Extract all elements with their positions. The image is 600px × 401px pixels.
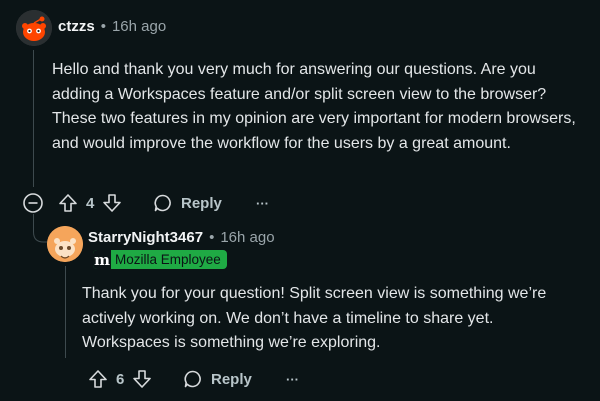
comment-body: Thank you for your question! Split scree… [82, 285, 547, 351]
username[interactable]: StarryNight3467 [88, 229, 203, 246]
user-avatar[interactable] [16, 10, 52, 46]
downvote-button[interactable] [132, 369, 152, 389]
comment-body: Hello and thank you very much for answer… [52, 61, 576, 152]
mozilla-logo-icon: m [93, 250, 111, 269]
vote-controls: 4 [58, 192, 122, 214]
collapse-button[interactable] [22, 192, 44, 214]
reply-comment-icon [184, 370, 201, 388]
timestamp[interactable]: 16h ago [112, 18, 166, 35]
reply-label: Reply [211, 370, 252, 388]
snoo-avatar-icon [16, 10, 52, 46]
separator: • [100, 18, 106, 35]
user-avatar[interactable] [47, 226, 83, 262]
more-options-icon: ··· [286, 371, 299, 387]
vote-count: 4 [86, 194, 95, 212]
vote-controls: 6 [88, 368, 152, 390]
more-options-button[interactable]: ··· [286, 368, 299, 390]
upvote-icon [89, 370, 107, 388]
reply-button[interactable]: Reply [153, 192, 222, 214]
thread-line[interactable] [33, 50, 34, 187]
reply-comment-icon [154, 194, 171, 212]
downvote-icon [133, 370, 152, 388]
flair-text: Mozilla Employee [115, 252, 221, 267]
thread-line[interactable] [65, 266, 66, 358]
reply-label: Reply [181, 194, 222, 212]
vote-count: 6 [116, 370, 125, 388]
comment-header: StarryNight3467 • 16h ago [88, 229, 275, 246]
upvote-button[interactable] [58, 193, 78, 213]
reply-button[interactable]: Reply [183, 368, 252, 390]
separator: • [209, 229, 215, 246]
more-options-button[interactable]: ··· [256, 192, 269, 214]
comment-header: ctzzs • 16h ago [58, 18, 166, 35]
username[interactable]: ctzzs [58, 18, 95, 35]
downvote-button[interactable] [102, 193, 122, 213]
comment-thread: { "comments": [ { "username": "ctzzs", "… [0, 0, 600, 401]
user-flair: m Mozilla Employee [93, 250, 227, 269]
more-options-icon: ··· [256, 195, 269, 211]
timestamp[interactable]: 16h ago [220, 229, 274, 246]
downvote-icon [103, 194, 122, 212]
collapse-icon [23, 193, 43, 213]
upvote-icon [59, 194, 77, 212]
snoo-avatar-icon [47, 226, 83, 262]
upvote-button[interactable] [88, 369, 108, 389]
